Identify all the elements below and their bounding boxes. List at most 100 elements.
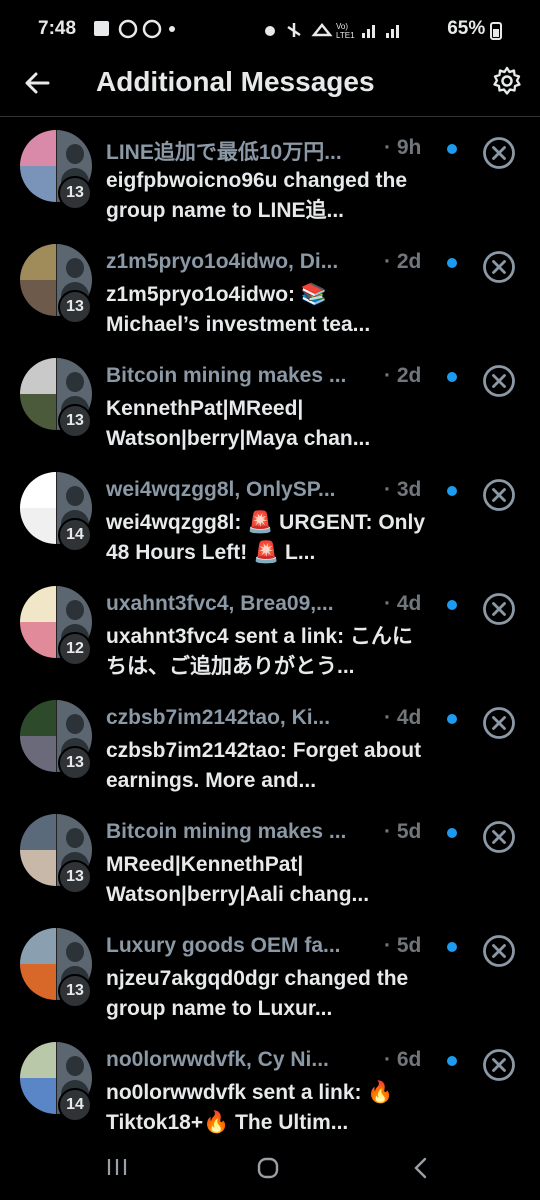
member-avatar-image [20,622,56,658]
member-count-badge: 13 [58,290,92,324]
conversation-row[interactable]: 13 Bitcoin mining makes ... 5d MReed|Ken… [0,802,540,916]
app-header: Additional Messages [0,60,540,117]
close-circle-icon [483,1049,515,1081]
conversation-title: z1m5pryo1o4idwo, Di... [106,250,339,273]
conversation-title: Bitcoin mining makes ... [106,820,347,843]
conversation-preview: eigfpbwoicno96u changed the group name t… [106,169,408,222]
home-icon [257,1157,279,1179]
dismiss-button[interactable] [482,706,516,740]
member-count-badge: 13 [58,746,92,780]
conversation-title: czbsb7im2142tao, Ki... [106,706,331,729]
conversation-title: LINE追加で最低10万円... [106,141,342,164]
gear-icon [493,66,521,95]
conversation-preview: czbsb7im2142tao: Forget about earnings. … [106,739,422,792]
dismiss-button[interactable] [482,136,516,170]
conversation-row[interactable]: 14 wei4wqzgg8l, OnlySP... 3d wei4wqzgg8l… [0,460,540,574]
recent-apps-icon [107,1159,127,1175]
member-count-badge: 13 [58,860,92,894]
conversation-time: 3d [384,478,422,502]
chevron-left-icon [414,1157,427,1179]
notification-icons [92,18,202,45]
dismiss-button[interactable] [482,934,516,968]
conversation-title: Luxury goods OEM fa... [106,934,341,957]
member-avatar-image [20,130,56,166]
conversation-row[interactable]: 13 z1m5pryo1o4idwo, Di... 2d z1m5pryo1o4… [0,232,540,346]
conversation-time: 6d [384,1048,422,1072]
system-status: Vo) LTE1 65% [262,18,502,41]
member-count-badge: 13 [58,404,92,438]
back-button[interactable] [22,68,52,98]
member-avatar-image [20,814,56,850]
member-count-badge: 12 [58,632,92,666]
conversation-preview: wei4wqzgg8l: 🚨 URGENT: Only 48 Hours Lef… [106,511,426,564]
conversation-row[interactable]: 14 no0lorwwdvfk, Cy Ni... 6d no0lorwwdvf… [0,1030,540,1144]
unread-indicator [447,372,457,382]
dismiss-button[interactable] [482,364,516,398]
system-nav-bar [0,1140,540,1200]
svg-text:Vo): Vo) [336,22,348,31]
member-avatar-image [20,394,56,430]
dismiss-button[interactable] [482,1048,516,1082]
conversation-row[interactable]: 13 czbsb7im2142tao, Ki... 4d czbsb7im214… [0,688,540,802]
unread-indicator [447,600,457,610]
arrow-left-icon [25,72,50,94]
close-circle-icon [483,593,515,625]
conversation-preview: MReed|KennethPat| Watson|berry|Aali chan… [106,853,370,906]
conversation-time: 4d [384,592,422,616]
close-circle-icon [483,707,515,739]
recent-apps-button[interactable] [106,1156,128,1178]
member-avatar-image [20,928,56,964]
conversation-row[interactable]: 13 Bitcoin mining makes ... 2d KennethPa… [0,346,540,460]
unread-indicator [447,828,457,838]
conversation-row[interactable]: 12 uxahnt3fvc4, Brea09,... 4d uxahnt3fvc… [0,574,540,688]
member-avatar-image [20,736,56,772]
member-count-badge: 14 [58,518,92,552]
system-back-button[interactable] [410,1156,430,1180]
conversation-time: 2d [384,364,422,388]
battery-icon [490,21,502,40]
conversation-time: 4d [384,706,422,730]
conversation-time: 2d [384,250,422,274]
member-avatar-image [20,586,56,622]
conversation-title: no0lorwwdvfk, Cy Ni... [106,1048,329,1071]
unread-indicator [447,486,457,496]
member-avatar-image [20,508,56,544]
svg-text:LTE1: LTE1 [336,31,355,40]
member-avatar-image [20,850,56,886]
status-time: 7:48 [38,18,77,39]
dismiss-button[interactable] [482,478,516,512]
conversation-row[interactable]: 13 LINE追加で最低10万円... 9h eigfpbwoicno96u c… [0,118,540,232]
member-avatar-image [20,166,56,202]
dismiss-button[interactable] [482,250,516,284]
settings-button[interactable] [492,66,522,96]
conversation-title: wei4wqzgg8l, OnlySP... [106,478,336,501]
conversation-row[interactable]: 13 Luxury goods OEM fa... 5d njzeu7akgqd… [0,916,540,1030]
conversation-time: 5d [384,934,422,958]
unread-indicator [447,1056,457,1066]
conversation-preview: uxahnt3fvc4 sent a link: こんにちは、ご追加ありがとう.… [106,625,413,678]
unread-indicator [447,942,457,952]
conversation-preview: njzeu7akgqd0dgr changed the group name t… [106,967,409,1020]
member-avatar-image [20,280,56,316]
conversation-time: 9h [384,136,422,160]
unread-indicator [447,714,457,724]
member-count-badge: 13 [58,176,92,210]
conversation-title: uxahnt3fvc4, Brea09,... [106,592,334,615]
unread-indicator [447,144,457,154]
member-count-badge: 13 [58,974,92,1008]
dismiss-button[interactable] [482,592,516,626]
home-button[interactable] [256,1156,280,1180]
close-circle-icon [483,821,515,853]
unread-indicator [447,258,457,268]
page-title: Additional Messages [96,66,375,97]
close-circle-icon [483,479,515,511]
conversation-preview: no0lorwwdvfk sent a link: 🔥Tiktok18+🔥 Th… [106,1081,394,1134]
conversation-preview: KennethPat|MReed| Watson|berry|Maya chan… [106,397,371,450]
member-avatar-image [20,964,56,1000]
conversation-list: 13 LINE追加で最低10万円... 9h eigfpbwoicno96u c… [0,118,540,1144]
status-bar: 7:48 Vo) LTE1 65% [0,0,540,60]
member-avatar-image [20,1042,56,1078]
dismiss-button[interactable] [482,820,516,854]
close-circle-icon [483,935,515,967]
member-count-badge: 14 [58,1088,92,1122]
